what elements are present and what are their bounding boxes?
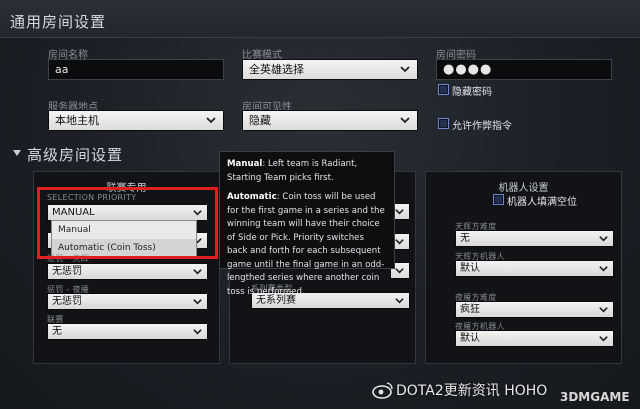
dire-difficulty-select[interactable]: 疯狂 [455,301,614,318]
bot-settings-header: 机器人设置 [498,183,549,194]
server-value: 本地主机 [55,114,99,127]
chevron-down-icon [395,209,404,215]
password-input[interactable]: ●●●● [436,59,612,80]
fill-bots-label: 机器人填满空位 [507,197,577,208]
radiant-bots-value: 默认 [460,263,480,274]
watermark-text: DOTA2更新资讯 HOHO [396,383,548,399]
chevron-down-icon [193,299,202,305]
collapse-triangle-icon[interactable] [12,148,22,158]
chevron-down-icon [206,117,216,124]
tooltip-auto-title: Automatic [227,192,277,202]
penalty-dire-value: 无惩罚 [52,296,82,307]
tooltip-manual-title: Manual [227,159,263,169]
hide-password-label: 隐藏密码 [452,87,492,98]
chevron-down-icon [193,329,202,335]
weibo-icon [372,382,393,399]
room-name-input[interactable]: aa [48,59,224,80]
penalty-radiant-value: 无惩罚 [52,266,82,277]
chevron-down-icon [193,269,202,275]
tooltip-auto-text: : Coin toss will be used for the first g… [227,192,385,297]
chevron-down-icon [599,266,608,272]
fill-bots-checkbox[interactable] [493,194,504,205]
radiant-difficulty-select[interactable]: 无 [455,230,614,247]
chevron-down-icon [395,268,404,274]
advanced-settings-title: 高级房间设置 [27,146,124,164]
chevron-down-icon [400,66,410,73]
chevron-down-icon [395,239,404,245]
chevron-down-icon [599,236,608,242]
radiant-bots-select[interactable]: 默认 [455,260,614,277]
penalty-dire-select[interactable]: 无惩罚 [47,293,208,310]
server-select[interactable]: 本地主机 [48,110,224,131]
chevron-down-icon [400,117,410,124]
visibility-select[interactable]: 隐藏 [242,110,418,131]
visibility-value: 隐藏 [249,114,271,127]
chevron-down-icon [599,336,608,342]
game-mode-value: 全英雄选择 [249,63,304,76]
tooltip-manual: Manual: Left team is Radiant, Starting T… [227,158,387,185]
league-select[interactable]: 无 [47,323,208,340]
highlight-annotation [37,187,218,259]
tooltip-automatic: Automatic: Coin toss will be used for th… [227,191,387,299]
dire-bots-select[interactable]: 默认 [455,330,614,347]
penalty-radiant-select[interactable]: 无惩罚 [47,263,208,280]
allow-cheats-label: 允许作弊指令 [452,121,512,132]
general-settings-title: 通用房间设置 [10,13,107,31]
dire-bots-value: 默认 [460,333,480,344]
chevron-down-icon [395,298,404,304]
selection-priority-tooltip: Manual: Left team is Radiant, Starting T… [219,151,395,297]
allow-cheats-checkbox[interactable] [438,118,449,129]
dire-difficulty-value: 疯狂 [460,304,480,315]
game-mode-select[interactable]: 全英雄选择 [242,59,418,80]
watermark-brand: 3DMGAME [560,390,630,404]
hide-password-checkbox[interactable] [438,84,449,95]
radiant-difficulty-value: 无 [460,233,470,244]
chevron-down-icon [599,307,608,313]
league-value: 无 [52,326,62,337]
